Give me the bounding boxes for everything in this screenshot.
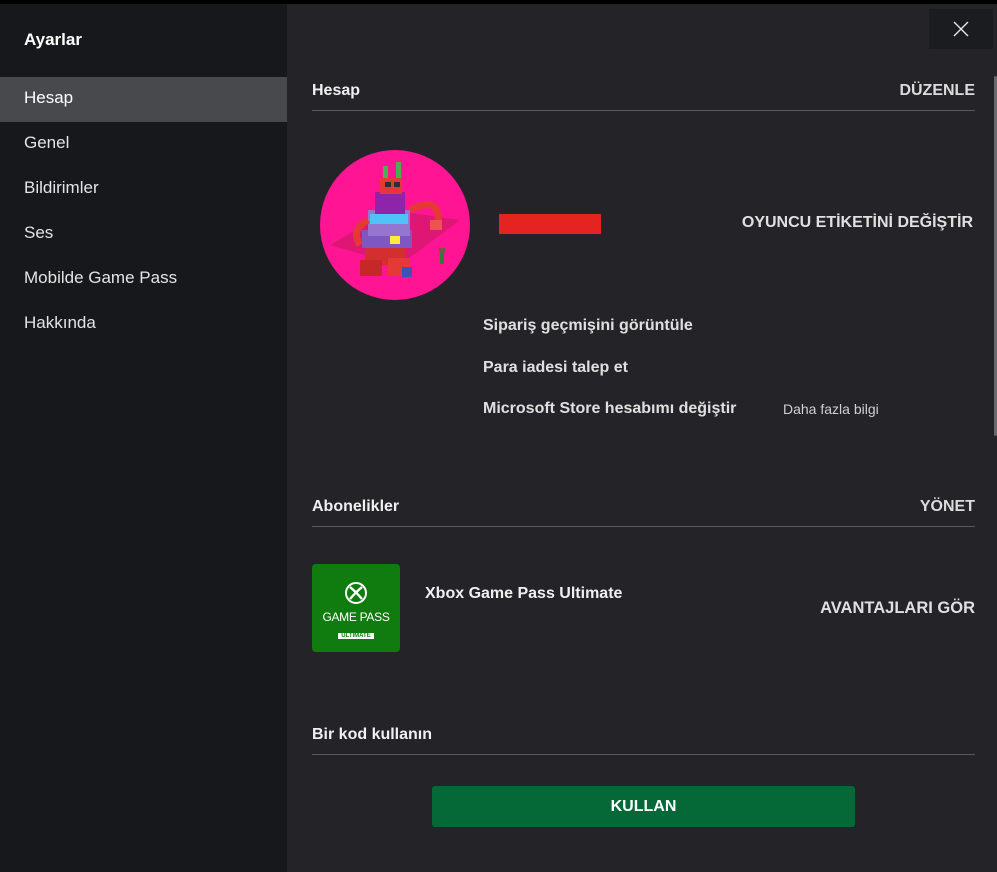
sidebar-item-sound[interactable]: Ses [0, 212, 287, 257]
more-info-link[interactable]: Daha fazla bilgi [783, 401, 879, 417]
game-pass-tile-text: GAME PASS [322, 610, 390, 624]
account-section-title: Hesap [312, 82, 361, 99]
order-history-link[interactable]: Sipariş geçmişini görüntüle [483, 317, 693, 335]
change-gamertag-button[interactable]: OYUNCU ETİKETİNİ DEĞİŞTİR [742, 214, 973, 232]
gamertag-redacted [499, 214, 601, 234]
subscription-name: Xbox Game Pass Ultimate [425, 585, 623, 602]
close-icon [953, 21, 969, 37]
edit-button[interactable]: DÜZENLE [899, 82, 975, 100]
sidebar-item-notifications[interactable]: Bildirimler [0, 167, 287, 212]
close-button[interactable] [929, 9, 993, 49]
sidebar-title: Ayarlar [24, 30, 82, 49]
avatar [320, 150, 470, 300]
sidebar-item-mobile-game-pass[interactable]: Mobilde Game Pass [0, 257, 287, 302]
redeem-section-title: Bir kod kullanın [312, 726, 433, 743]
sidebar-nav: Hesap Genel Bildirimler Ses Mobilde Game… [0, 77, 287, 347]
game-pass-tile: GAME PASS ULTIMATE [312, 564, 400, 652]
subscriptions-section-header: Abonelikler YÖNET [312, 490, 975, 527]
main-panel: Hesap DÜZENLE OYUNCU ETİKETİNİ DEĞİŞTİR … [287, 4, 997, 872]
robot-avatar-icon [330, 162, 460, 277]
redeem-section-header: Bir kod kullanın [312, 718, 975, 755]
sidebar-item-about[interactable]: Hakkında [0, 302, 287, 347]
change-store-account-link[interactable]: Microsoft Store hesabımı değiştir [483, 400, 736, 418]
subscriptions-section-title: Abonelikler [312, 498, 400, 515]
sidebar: Ayarlar Hesap Genel Bildirimler Ses Mobi… [0, 4, 287, 872]
request-refund-link[interactable]: Para iadesi talep et [483, 359, 628, 377]
manage-button[interactable]: YÖNET [920, 498, 975, 516]
sidebar-item-account[interactable]: Hesap [0, 77, 287, 122]
view-benefits-button[interactable]: AVANTAJLARI GÖR [820, 599, 975, 618]
sidebar-item-general[interactable]: Genel [0, 122, 287, 167]
game-pass-tile-badge: ULTIMATE [338, 633, 374, 639]
settings-window: Ayarlar Hesap Genel Bildirimler Ses Mobi… [0, 4, 997, 872]
account-section-header: Hesap DÜZENLE [312, 74, 975, 111]
xbox-logo-icon [345, 582, 367, 604]
redeem-button[interactable]: KULLAN [432, 786, 855, 827]
